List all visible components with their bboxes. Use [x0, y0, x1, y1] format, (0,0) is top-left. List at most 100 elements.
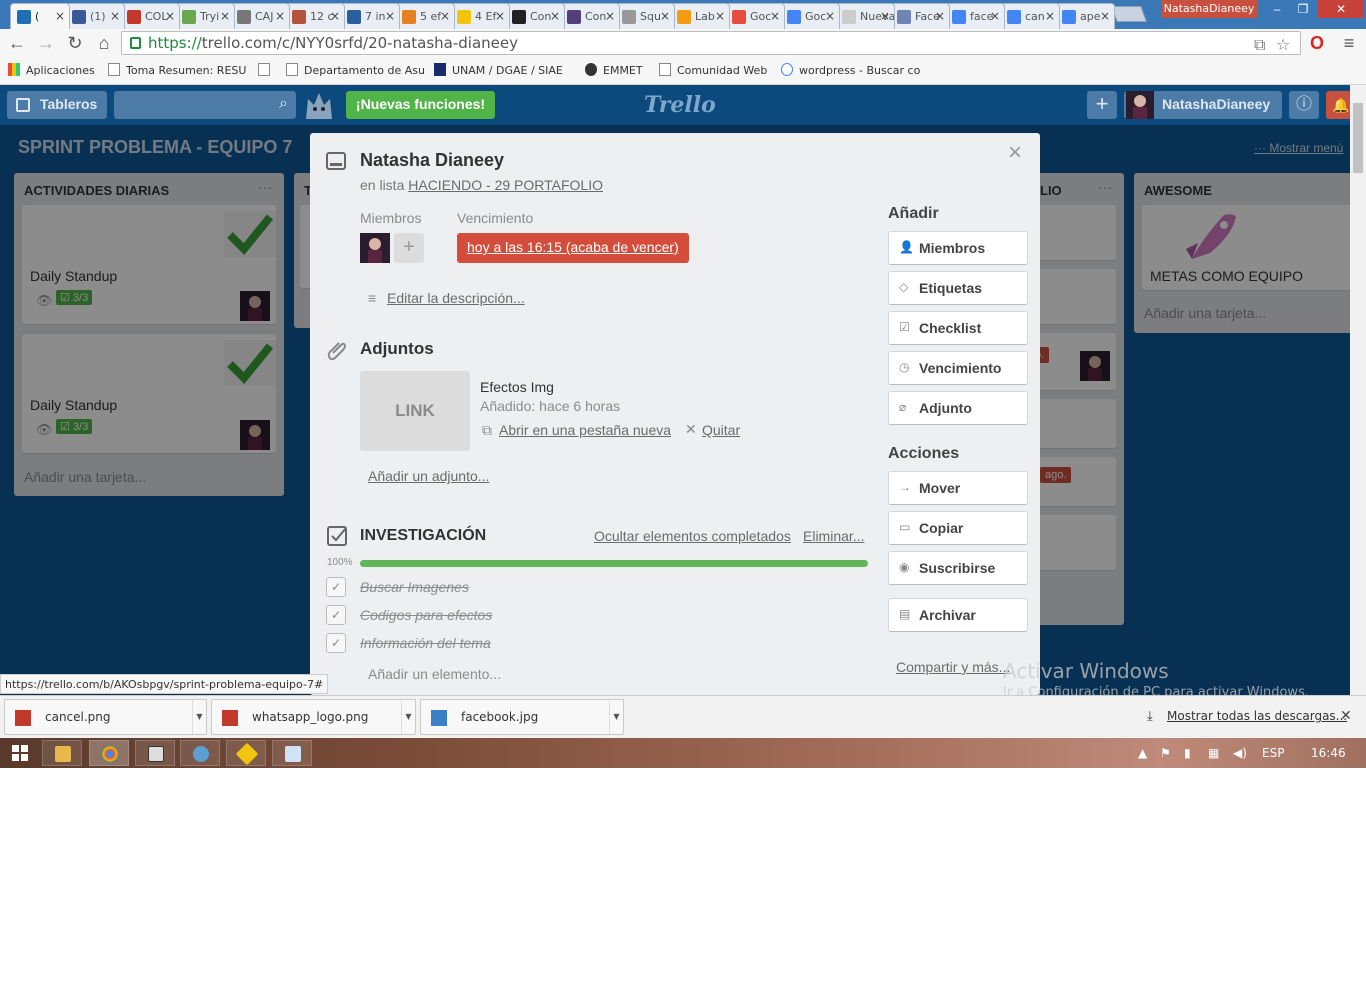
chevron-down-icon[interactable]: ▼ [609, 700, 623, 734]
close-tab-icon[interactable]: × [440, 9, 450, 23]
delete-checklist-link[interactable]: Eliminar... [803, 528, 864, 544]
browser-tab[interactable]: face × [945, 3, 1005, 29]
close-tab-icon[interactable]: × [660, 9, 670, 23]
hide-completed-link[interactable]: Ocultar elementos completados [594, 528, 791, 544]
members-button[interactable]: 👤 Miembros [888, 231, 1028, 265]
bookmark-item[interactable]: EMMET [585, 63, 643, 77]
close-tab-icon[interactable]: × [110, 9, 120, 23]
clock-time[interactable]: 16:46 [1311, 746, 1346, 760]
battery-icon[interactable]: ▮ [1184, 746, 1191, 760]
menu-icon[interactable]: ≡ [1338, 32, 1360, 54]
add-icon[interactable]: + [1087, 91, 1117, 119]
due-date-badge[interactable]: hoy a las 16:15 (acaba de vencer) [457, 233, 689, 263]
chrome-taskbar-button[interactable] [89, 740, 129, 766]
back-icon[interactable]: ← [6, 32, 28, 54]
close-tab-icon[interactable]: × [55, 9, 65, 23]
app-taskbar-button[interactable] [226, 740, 266, 766]
new-features-button[interactable]: ¡Nuevas funciones! [346, 91, 495, 119]
close-tab-icon[interactable]: × [330, 9, 340, 23]
new-tab-button[interactable] [1111, 6, 1147, 22]
forward-icon[interactable]: → [35, 32, 57, 54]
address-bar[interactable]: https://trello.com/c/NYY0srfd/20-natasha… [121, 31, 1301, 55]
window-user-badge[interactable]: NatashaDianeey [1161, 0, 1257, 18]
browser-tab[interactable]: Squ × [615, 3, 675, 29]
board-search-input[interactable]: ⌕ [114, 91, 296, 119]
close-tab-icon[interactable]: × [385, 9, 395, 23]
add-member-button[interactable]: + [394, 233, 424, 263]
open-in-new-tab-link[interactable]: Abrir en una pestaña nueva [499, 422, 671, 438]
browser-tab[interactable]: Nueva × [835, 3, 895, 29]
close-tab-icon[interactable]: × [990, 9, 1000, 23]
due-date-button[interactable]: ◷ Vencimiento [888, 351, 1028, 385]
browser-tab[interactable]: Face × [890, 3, 950, 29]
attachment-name[interactable]: Efectos Img [480, 379, 554, 395]
checklist-button[interactable]: ☑ Checklist [888, 311, 1028, 345]
close-tab-icon[interactable]: × [1100, 9, 1110, 23]
close-downloads-icon[interactable]: ✕ [1340, 707, 1352, 724]
restore-icon[interactable]: ❐ [1290, 0, 1316, 18]
share-and-more-link[interactable]: Compartir y más... [896, 659, 1010, 675]
show-all-downloads-link[interactable]: Mostrar todas las descargas... [1167, 709, 1347, 723]
close-icon[interactable]: × [1008, 139, 1022, 167]
network-icon[interactable]: ▦ [1208, 746, 1219, 760]
translate-icon[interactable]: ⧉ [1254, 35, 1265, 55]
chevron-down-icon[interactable]: ▼ [192, 700, 206, 734]
checkbox-checked-icon[interactable]: ✓ [326, 577, 346, 597]
archive-button[interactable]: ▤ Archivar [888, 598, 1028, 632]
bookmark-item[interactable]: Departamento de Asu [286, 63, 425, 77]
volume-icon[interactable]: ◀) [1233, 746, 1247, 760]
add-checklist-item-link[interactable]: Añadir un elemento... [368, 666, 501, 682]
close-tab-icon[interactable]: × [770, 9, 780, 23]
browser-tab[interactable]: Tryi × [175, 3, 235, 29]
bookmark-apps[interactable]: Aplicaciones [8, 63, 95, 77]
bookmark-item[interactable] [258, 63, 276, 77]
boards-button[interactable]: Tableros [7, 91, 107, 119]
info-icon[interactable]: ⓘ [1289, 91, 1319, 119]
bookmark-item[interactable]: UNAM / DGAE / SIAE [434, 63, 563, 77]
bookmark-star-icon[interactable]: ☆ [1276, 35, 1290, 54]
close-tab-icon[interactable]: × [935, 9, 945, 23]
opera-icon[interactable]: O [1306, 32, 1328, 54]
close-tab-icon[interactable]: × [605, 9, 615, 23]
avatar[interactable] [360, 233, 390, 263]
notepad-taskbar-button[interactable] [272, 740, 312, 766]
browser-tab[interactable]: ape × [1055, 3, 1115, 29]
home-icon[interactable]: ⌂ [93, 32, 115, 54]
close-tab-icon[interactable]: × [550, 9, 560, 23]
copy-button[interactable]: ▭ Copiar [888, 511, 1028, 545]
card-title[interactable]: Natasha Dianeey [360, 150, 504, 171]
browser-tab[interactable]: (× [10, 3, 70, 29]
bookmark-item[interactable]: Toma Resumen: RESU [108, 63, 246, 77]
file-explorer-taskbar-button[interactable] [42, 740, 82, 766]
download-item[interactable]: facebook.jpg ▼ [420, 699, 624, 735]
close-tab-icon[interactable]: × [495, 9, 505, 23]
browser-tab[interactable]: COL × [120, 3, 180, 29]
attachment-thumbnail[interactable]: LINK [360, 371, 470, 451]
bookmark-item[interactable]: wordpress - Buscar co [781, 63, 920, 77]
close-tab-icon[interactable]: × [220, 9, 230, 23]
browser-tab[interactable]: Lab × [670, 3, 730, 29]
close-tab-icon[interactable]: × [880, 9, 890, 23]
add-attachment-link[interactable]: Añadir un adjunto... [368, 468, 489, 484]
windows-start-icon[interactable] [12, 745, 28, 761]
browser-tab[interactable]: Con × [560, 3, 620, 29]
close-window-icon[interactable]: ✕ [1318, 0, 1364, 18]
browser-tab[interactable]: Goc × [725, 3, 785, 29]
close-tab-icon[interactable]: × [825, 9, 835, 23]
download-item[interactable]: whatsapp_logo.png ▼ [211, 699, 416, 735]
list-link[interactable]: HACIENDO - 29 PORTAFOLIO [408, 177, 603, 193]
app-taskbar-button[interactable] [180, 740, 220, 766]
browser-tab[interactable]: 12 c × [285, 3, 345, 29]
user-menu-button[interactable]: NatashaDianeey [1124, 91, 1282, 119]
edit-description-link[interactable]: Editar la descripción... [387, 290, 525, 306]
minimize-icon[interactable]: – [1264, 0, 1290, 18]
chevron-down-icon[interactable]: ▼ [401, 700, 415, 734]
browser-tab[interactable]: 7 in × [340, 3, 400, 29]
labels-button[interactable]: ◇ Etiquetas [888, 271, 1028, 305]
bookmark-item[interactable]: Comunidad Web [659, 63, 767, 77]
checkbox-checked-icon[interactable]: ✓ [326, 605, 346, 625]
browser-tab[interactable]: Con × [505, 3, 565, 29]
browser-tab[interactable]: can × [1000, 3, 1060, 29]
checkbox-checked-icon[interactable]: ✓ [326, 633, 346, 653]
close-tab-icon[interactable]: × [715, 9, 725, 23]
